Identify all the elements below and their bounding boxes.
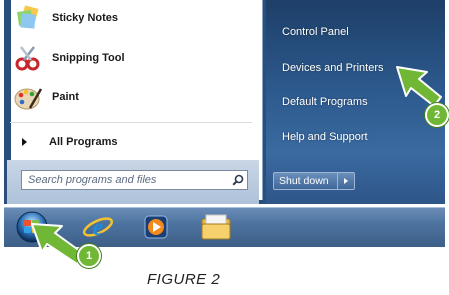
- search-input[interactable]: [22, 171, 229, 189]
- all-programs-link[interactable]: All Programs: [22, 134, 117, 150]
- paint-icon: [14, 88, 43, 110]
- internet-explorer-icon[interactable]: e: [80, 210, 116, 244]
- svg-text:e: e: [93, 215, 104, 241]
- devices-and-printers-link[interactable]: Devices and Printers: [282, 62, 384, 74]
- callout-badge-1: 1: [77, 244, 101, 268]
- program-label: Snipping Tool: [52, 52, 125, 64]
- callout-badge-2: 2: [425, 103, 449, 127]
- folder-icon[interactable]: [198, 210, 234, 244]
- all-programs-label: All Programs: [49, 136, 118, 148]
- shutdown-button[interactable]: Shut down: [274, 173, 338, 189]
- shutdown-button-group: Shut down: [273, 172, 355, 190]
- search-icon[interactable]: [229, 171, 247, 189]
- menu-divider: [10, 122, 252, 123]
- default-programs-link[interactable]: Default Programs: [282, 96, 368, 108]
- media-player-icon[interactable]: [138, 210, 174, 244]
- expand-arrow-icon: [22, 138, 27, 146]
- program-label: Sticky Notes: [52, 12, 119, 24]
- program-item-sticky-notes[interactable]: Sticky Notes: [12, 3, 248, 33]
- search-box[interactable]: [21, 170, 248, 190]
- start-orb-icon[interactable]: [14, 210, 50, 244]
- snipping-tool-icon: [15, 46, 40, 71]
- program-item-paint[interactable]: Paint: [12, 82, 248, 112]
- program-label: Paint: [52, 91, 79, 103]
- sticky-notes-icon: [17, 5, 39, 29]
- control-panel-link[interactable]: Control Panel: [282, 26, 349, 38]
- figure-caption: FIGURE 2: [147, 271, 221, 288]
- help-and-support-link[interactable]: Help and Support: [282, 131, 368, 143]
- shutdown-options-button[interactable]: [338, 173, 354, 189]
- program-item-snipping-tool[interactable]: Snipping Tool: [12, 43, 248, 73]
- chevron-right-icon: [344, 178, 348, 184]
